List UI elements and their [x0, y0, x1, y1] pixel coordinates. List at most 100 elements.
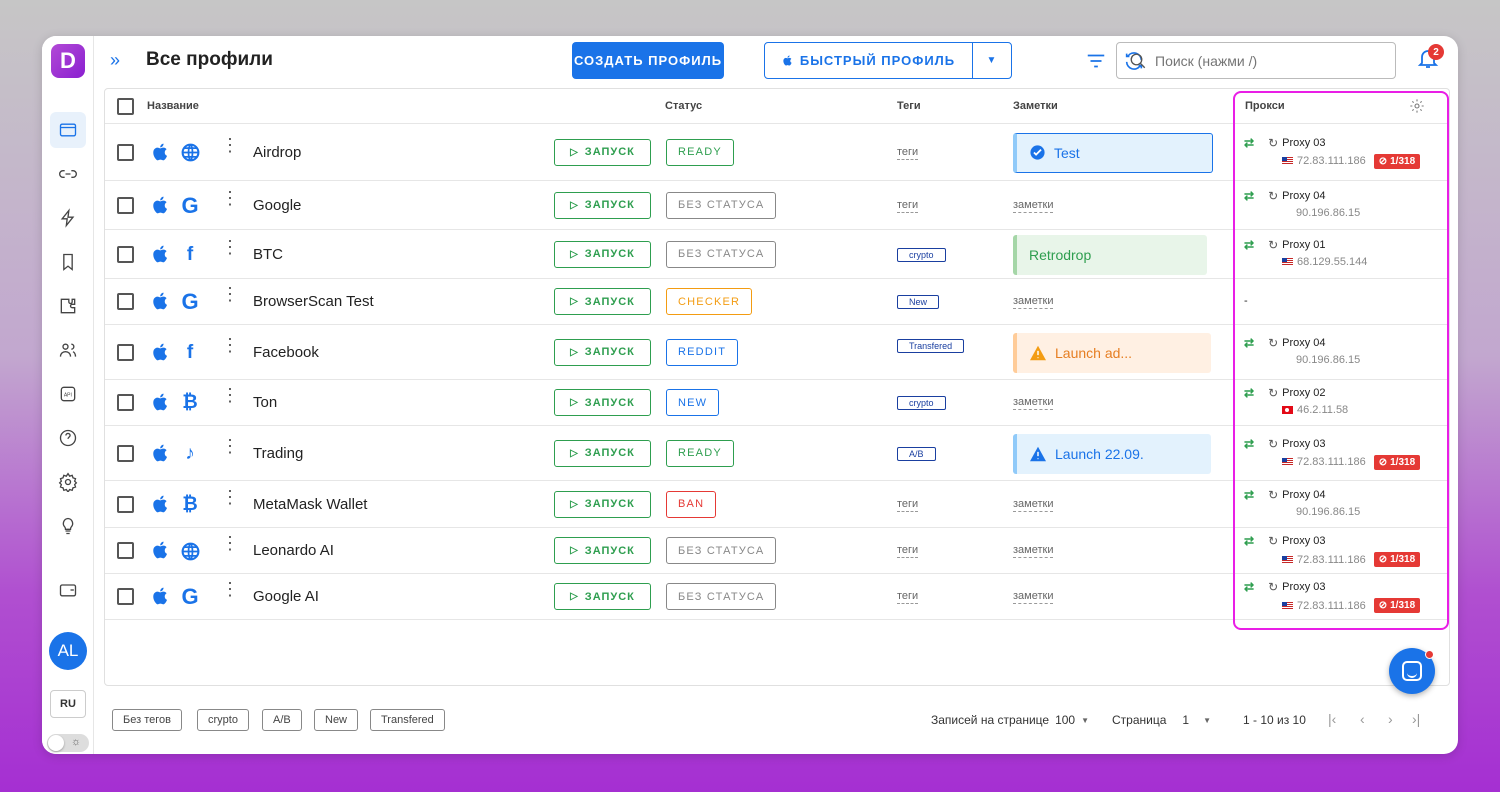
launch-button[interactable]: ▷ ЗАПУСК: [554, 389, 651, 416]
extensions-icon[interactable]: [50, 288, 86, 324]
settings-icon[interactable]: [50, 464, 86, 500]
profile-name[interactable]: Google AI: [253, 588, 319, 605]
prev-page-icon[interactable]: ‹: [1360, 711, 1365, 727]
launch-button[interactable]: ▷ ЗАПУСК: [554, 338, 651, 366]
row-menu-icon[interactable]: ⋮: [221, 534, 239, 552]
tag-placeholder[interactable]: теги: [897, 590, 919, 604]
note-card[interactable]: Test: [1013, 132, 1213, 173]
tag-placeholder[interactable]: теги: [897, 146, 919, 160]
status-badge[interactable]: BAN: [666, 490, 717, 518]
profile-name[interactable]: MetaMask Wallet: [253, 496, 367, 513]
help-icon[interactable]: [50, 420, 86, 456]
profile-name[interactable]: Google: [253, 197, 301, 214]
profile-name[interactable]: Trading: [253, 445, 303, 462]
row-menu-icon[interactable]: ⋮: [221, 488, 239, 506]
tag-placeholder[interactable]: теги: [897, 498, 919, 512]
note-card[interactable]: Launch 22.09.: [1013, 433, 1211, 474]
row-checkbox[interactable]: [117, 394, 134, 411]
status-badge[interactable]: NEW: [666, 389, 720, 416]
tag-chip[interactable]: A/B: [897, 446, 936, 461]
api-icon[interactable]: API: [50, 376, 86, 412]
link-icon[interactable]: [50, 156, 86, 192]
status-badge[interactable]: CHECKER: [666, 288, 753, 315]
search-input[interactable]: [1155, 52, 1375, 69]
last-page-icon[interactable]: ›|: [1412, 711, 1420, 727]
status-badge[interactable]: БЕЗ СТАТУСА: [666, 537, 777, 564]
launch-button[interactable]: ▷ ЗАПУСК: [554, 490, 651, 518]
profile-name[interactable]: Leonardo AI: [253, 542, 334, 559]
note-placeholder[interactable]: заметки: [1013, 498, 1054, 512]
row-checkbox[interactable]: [117, 196, 134, 214]
row-menu-icon[interactable]: ⋮: [221, 386, 239, 404]
row-checkbox[interactable]: [117, 542, 134, 559]
status-badge[interactable]: БЕЗ СТАТУСА: [666, 240, 777, 268]
row-menu-icon[interactable]: ⋮: [221, 580, 239, 598]
filter-icon[interactable]: [1084, 49, 1108, 73]
app-logo[interactable]: D: [51, 44, 85, 78]
status-badge[interactable]: БЕЗ СТАТУСА: [666, 191, 777, 219]
idea-icon[interactable]: [50, 508, 86, 544]
status-badge[interactable]: READY: [666, 138, 734, 166]
footer-tag-filter[interactable]: New: [314, 709, 359, 731]
row-menu-icon[interactable]: ⋮: [221, 285, 239, 303]
row-menu-icon[interactable]: ⋮: [221, 136, 239, 154]
tag-placeholder[interactable]: теги: [897, 199, 919, 213]
row-checkbox[interactable]: [117, 495, 134, 513]
note-card[interactable]: Retrodrop: [1013, 234, 1207, 275]
launch-button[interactable]: ▷ ЗАПУСК: [554, 583, 651, 610]
tag-chip[interactable]: Transfered: [897, 338, 965, 353]
launch-button[interactable]: ▷ ЗАПУСК: [554, 240, 651, 268]
row-menu-icon[interactable]: ⋮: [221, 336, 239, 354]
column-notes[interactable]: Заметки: [1013, 100, 1058, 112]
team-icon[interactable]: [50, 332, 86, 368]
select-all-checkbox[interactable]: [117, 98, 134, 115]
tag-placeholder[interactable]: теги: [897, 544, 919, 558]
wallet-icon[interactable]: [50, 572, 86, 608]
launch-button[interactable]: ▷ ЗАПУСК: [554, 138, 651, 166]
profile-name[interactable]: Airdrop: [253, 144, 301, 161]
quick-profile-dropdown[interactable]: ▼: [973, 55, 1011, 66]
tag-chip[interactable]: crypto: [897, 247, 946, 262]
launch-button[interactable]: ▷ ЗАПУСК: [554, 537, 651, 564]
note-placeholder[interactable]: заметки: [1013, 544, 1054, 558]
row-menu-icon[interactable]: ⋮: [221, 189, 239, 207]
note-placeholder[interactable]: заметки: [1013, 295, 1054, 309]
row-checkbox[interactable]: [117, 444, 134, 462]
expand-sidebar-icon[interactable]: »: [110, 50, 120, 71]
footer-tag-filter[interactable]: A/B: [262, 709, 302, 731]
profile-name[interactable]: Ton: [253, 394, 277, 411]
launch-button[interactable]: ▷ ЗАПУСК: [554, 439, 651, 467]
row-checkbox[interactable]: [117, 588, 134, 605]
row-checkbox[interactable]: [117, 293, 134, 310]
launch-button[interactable]: ▷ ЗАПУСК: [554, 288, 651, 315]
status-badge[interactable]: БЕЗ СТАТУСА: [666, 583, 777, 610]
note-card[interactable]: Launch ad...: [1013, 332, 1211, 373]
tag-chip[interactable]: crypto: [897, 396, 946, 410]
support-chat-button[interactable]: [1389, 648, 1435, 694]
row-menu-icon[interactable]: ⋮: [221, 437, 239, 455]
status-badge[interactable]: READY: [666, 439, 734, 467]
footer-tag-filter[interactable]: Transfered: [370, 709, 445, 731]
footer-tag-filter[interactable]: crypto: [197, 709, 249, 731]
automation-icon[interactable]: [50, 200, 86, 236]
create-profile-button[interactable]: СОЗДАТЬ ПРОФИЛЬ: [572, 42, 724, 79]
profile-name[interactable]: Facebook: [253, 344, 319, 361]
note-placeholder[interactable]: заметки: [1013, 199, 1054, 213]
notifications-button[interactable]: 2: [1416, 44, 1444, 74]
column-name[interactable]: Название: [147, 100, 199, 112]
per-page-selector[interactable]: Записей на странице 100 ▼: [931, 713, 1089, 727]
tag-chip[interactable]: New: [897, 295, 940, 309]
profile-name[interactable]: BrowserScan Test: [253, 293, 374, 310]
avatar[interactable]: AL: [49, 632, 87, 670]
quick-profile-button[interactable]: БЫСТРЫЙ ПРОФИЛЬ ▼: [764, 42, 1012, 79]
footer-tag-filter[interactable]: Без тегов: [112, 709, 182, 731]
quick-profile-main[interactable]: БЫСТРЫЙ ПРОФИЛЬ: [765, 43, 973, 78]
row-menu-icon[interactable]: ⋮: [221, 238, 239, 256]
first-page-icon[interactable]: |‹: [1328, 711, 1336, 727]
search-field[interactable]: [1116, 42, 1396, 79]
note-placeholder[interactable]: заметки: [1013, 590, 1054, 604]
profiles-icon[interactable]: [50, 112, 86, 148]
profile-name[interactable]: BTC: [253, 246, 283, 263]
theme-toggle[interactable]: ☼: [47, 734, 89, 752]
column-status[interactable]: Статус: [665, 100, 702, 112]
